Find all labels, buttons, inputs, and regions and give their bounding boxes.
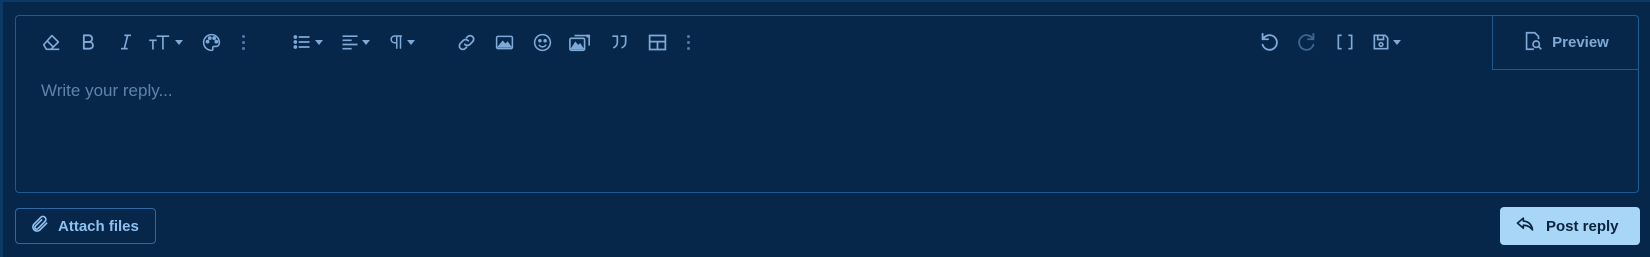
align-left-icon [340, 32, 360, 52]
redo-button[interactable] [1294, 29, 1320, 55]
smile-icon [532, 32, 553, 53]
save-icon [1371, 32, 1391, 52]
post-reply-label: Post reply [1546, 217, 1619, 235]
reply-form: Preview Write your reply... Attach files… [0, 0, 1650, 257]
reply-icon [1514, 214, 1536, 238]
bbcode-brackets-icon [1335, 32, 1355, 52]
list-icon [291, 32, 313, 52]
more-insert-options-button[interactable] [681, 29, 695, 55]
text-color-button[interactable] [198, 29, 224, 55]
bold-button[interactable] [76, 29, 100, 55]
insert-image-button[interactable] [491, 29, 517, 55]
table-icon [647, 32, 668, 53]
attach-files-label: Attach files [58, 217, 139, 235]
preview-label: Preview [1552, 34, 1609, 51]
link-icon [456, 32, 477, 53]
paragraph-format-dropdown[interactable] [384, 29, 418, 55]
more-vertical-icon [241, 34, 245, 50]
undo-button[interactable] [1256, 29, 1282, 55]
chevron-down-icon [315, 39, 323, 45]
insert-table-button[interactable] [644, 29, 670, 55]
media-icon [568, 31, 592, 53]
preview-search-icon [1522, 30, 1544, 56]
top-divider [0, 0, 1650, 2]
bold-icon [78, 32, 98, 52]
chevron-down-icon [362, 39, 370, 45]
insert-quote-button[interactable] [606, 29, 632, 55]
toggle-bbcode-button[interactable] [1332, 29, 1358, 55]
eraser-icon [40, 31, 62, 53]
redo-icon [1296, 31, 1318, 53]
insert-smilie-button[interactable] [529, 29, 555, 55]
preview-button[interactable]: Preview [1492, 16, 1638, 70]
chevron-down-icon [407, 39, 415, 45]
chevron-down-icon [175, 39, 183, 45]
quote-icon [608, 32, 630, 52]
attach-files-button[interactable]: Attach files [15, 208, 156, 244]
more-vertical-icon [686, 34, 690, 50]
list-dropdown[interactable] [288, 29, 326, 55]
reply-textarea-placeholder[interactable]: Write your reply... [41, 81, 173, 101]
drafts-dropdown[interactable] [1368, 29, 1404, 55]
paragraph-icon [387, 32, 405, 52]
paperclip-icon [30, 214, 50, 238]
chevron-down-icon [1393, 39, 1401, 45]
rich-text-editor[interactable]: Preview Write your reply... [15, 15, 1639, 193]
italic-icon [116, 32, 136, 52]
italic-button[interactable] [114, 29, 138, 55]
image-icon [494, 32, 515, 53]
clear-formatting-button[interactable] [38, 29, 64, 55]
font-size-dropdown[interactable] [146, 29, 184, 55]
align-dropdown[interactable] [336, 29, 374, 55]
undo-icon [1258, 31, 1280, 53]
editor-toolbar: Preview [16, 16, 1638, 70]
palette-icon [201, 32, 222, 53]
post-reply-button[interactable]: Post reply [1500, 207, 1640, 245]
more-options-button[interactable] [236, 29, 250, 55]
text-size-icon [147, 32, 173, 52]
insert-link-button[interactable] [453, 29, 479, 55]
left-divider [0, 0, 3, 257]
insert-media-button[interactable] [566, 29, 594, 55]
